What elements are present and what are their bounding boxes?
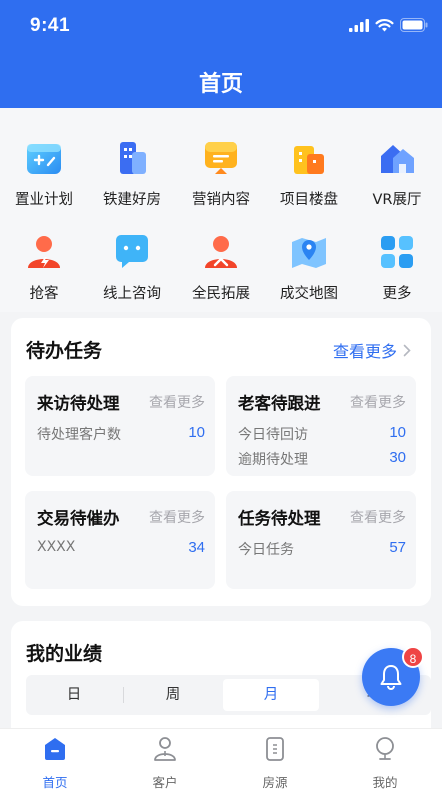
status-icons	[349, 18, 428, 32]
performance-title: 我的业绩	[26, 643, 103, 665]
todo-tile-transaction[interactable]: 交易待催办 查看更多 XXXX 34	[25, 491, 215, 589]
wifi-icon	[375, 19, 394, 32]
quick-action-label: 抢客	[29, 286, 59, 302]
todo-more-link[interactable]: 查看更多	[333, 338, 411, 362]
todo-more-label: 查看更多	[332, 342, 397, 361]
quick-action-label: 线上咨询	[103, 286, 161, 302]
header: 9:41 首页	[0, 0, 442, 108]
tile-more-link[interactable]: 查看更多	[149, 507, 205, 527]
quick-action-map[interactable]: 成交地图	[265, 232, 353, 303]
quick-action-project[interactable]: 项目楼盘	[265, 138, 353, 209]
bell-icon	[380, 665, 402, 690]
tab-listing[interactable]: 房源	[220, 735, 330, 791]
todo-title: 待办任务	[26, 340, 103, 362]
tile-more-link[interactable]: 查看更多	[350, 392, 406, 412]
building-icon	[120, 142, 146, 174]
plan-icon	[27, 144, 61, 174]
page-title: 首页	[198, 72, 243, 97]
quick-action-label: 更多	[382, 286, 412, 302]
notification-badge: 8	[402, 646, 424, 668]
profile-icon	[376, 737, 394, 760]
quick-action-label: 营销内容	[192, 192, 250, 208]
quick-action-label: VR展厅	[372, 192, 422, 208]
quick-action-marketing[interactable]: 营销内容	[177, 138, 265, 209]
home-icon	[45, 738, 65, 760]
period-divider	[123, 687, 124, 703]
tile-row-label: 今日任务	[238, 542, 294, 558]
quick-action-label: 项目楼盘	[280, 192, 338, 208]
quick-action-label: 置业计划	[15, 192, 73, 208]
quick-action-vr[interactable]: VR展厅	[353, 138, 441, 209]
quick-action-grab[interactable]: 抢客	[0, 232, 88, 303]
quick-action-label: 全民拓展	[192, 286, 250, 302]
tab-label: 首页	[42, 775, 68, 790]
tile-row-value: 57	[389, 539, 406, 556]
todo-tile-tasks[interactable]: 任务待处理 查看更多 今日任务 57	[226, 491, 416, 589]
quick-action-plan[interactable]: 置业计划	[0, 138, 88, 209]
tab-label: 我的	[372, 775, 398, 790]
tab-label: 房源	[262, 775, 288, 790]
map-icon	[292, 238, 326, 268]
marketing-icon	[205, 142, 237, 174]
notification-button[interactable]: 8	[362, 646, 424, 706]
quick-action-label: 铁建好房	[103, 192, 161, 208]
more-grid-icon	[381, 236, 413, 268]
quick-action-more[interactable]: 更多	[353, 232, 441, 303]
tab-profile[interactable]: 我的	[330, 735, 440, 791]
tile-row: 逾期待处理 30	[238, 449, 406, 469]
project-icon	[294, 146, 324, 174]
tile-title: 任务待处理	[238, 509, 321, 528]
quick-action-grid: 置业计划 铁建好房 营销内容 项目楼盘 VR展厅 抢客 线上咨询 全民拓展 成交…	[0, 108, 442, 312]
tile-row-value: 30	[389, 449, 406, 466]
tile-row: 今日任务 57	[238, 539, 406, 559]
tab-label: 客户	[152, 775, 178, 790]
period-week[interactable]: 周	[125, 679, 221, 711]
quick-action-building[interactable]: 铁建好房	[88, 138, 176, 209]
vr-house-icon	[381, 145, 414, 173]
tile-row-value: 10	[188, 424, 205, 441]
tile-more-link[interactable]: 查看更多	[350, 507, 406, 527]
todo-card: 待办任务 查看更多 来访待处理 查看更多 待处理客户数 10 老客待跟进 查看更…	[11, 318, 431, 606]
tile-title: 交易待催办	[37, 509, 120, 528]
bottom-tab-bar: 首页 客户 房源 我的	[0, 728, 442, 792]
listing-icon	[266, 737, 284, 761]
status-time: 9:41	[30, 15, 71, 36]
tile-row-label: 今日待回访	[238, 427, 308, 443]
tile-title: 老客待跟进	[238, 394, 321, 413]
tile-row-label: 待处理客户数	[37, 427, 121, 443]
customer-icon	[154, 737, 176, 761]
battery-icon	[400, 18, 428, 32]
share-person-icon	[205, 236, 237, 268]
tile-row-label: XXXX	[37, 539, 76, 555]
tile-row: 今日待回访 10	[238, 424, 406, 444]
signal-icon	[349, 18, 369, 32]
tab-home[interactable]: 首页	[0, 735, 110, 791]
chevron-right-icon	[403, 344, 411, 356]
todo-tile-visit[interactable]: 来访待处理 查看更多 待处理客户数 10	[25, 376, 215, 476]
tab-customer[interactable]: 客户	[110, 735, 220, 791]
quick-action-share[interactable]: 全民拓展	[177, 232, 265, 303]
chat-icon	[116, 235, 148, 268]
tile-title: 来访待处理	[37, 394, 120, 413]
tile-more-link[interactable]: 查看更多	[149, 392, 205, 412]
tile-row-value: 10	[389, 424, 406, 441]
tile-row-value: 34	[188, 539, 205, 556]
tile-row: 待处理客户数 10	[37, 424, 205, 444]
quick-action-chat[interactable]: 线上咨询	[88, 232, 176, 303]
quick-action-label: 成交地图	[280, 286, 338, 302]
period-month[interactable]: 月	[223, 679, 319, 711]
tile-row: XXXX 34	[37, 539, 205, 556]
grab-customer-icon	[28, 236, 60, 268]
todo-tile-followup[interactable]: 老客待跟进 查看更多 今日待回访 10 逾期待处理 30	[226, 376, 416, 476]
tile-row-label: 逾期待处理	[238, 452, 308, 468]
status-bar: 9:41	[0, 0, 442, 52]
period-day[interactable]: 日	[26, 679, 122, 711]
